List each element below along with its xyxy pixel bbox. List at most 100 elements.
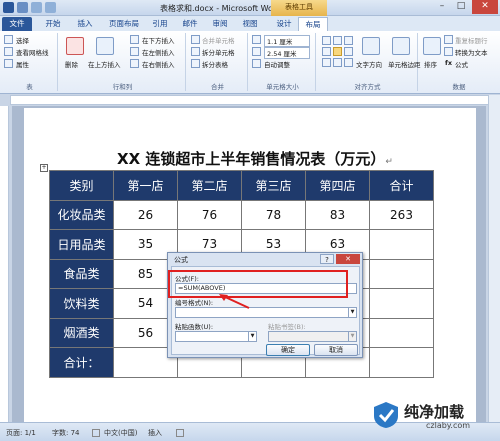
table-move-handle-icon[interactable]: + [40,164,48,172]
repeat-header-button[interactable]: 重复标题行 [455,35,488,45]
insert-above-button[interactable]: 在上方插入 [88,59,121,69]
header-store-4[interactable]: 第四店 [305,170,370,201]
tab-file[interactable]: 文件 [2,17,32,31]
header-store-1[interactable]: 第一店 [113,170,178,201]
align-bottom-left-icon[interactable] [322,58,331,67]
insert-right-button[interactable]: 在右侧插入 [142,59,175,69]
align-top-center-icon[interactable] [333,36,342,45]
align-middle-right-icon[interactable] [344,47,353,56]
column-width-field[interactable]: 2.54 厘米 [264,47,310,59]
insert-above-icon [96,37,114,55]
paragraph-mark: ↵ [385,157,393,167]
insert-mode[interactable]: 插入 [148,428,162,438]
table-cell[interactable]: 76 [177,199,242,230]
row-height-field[interactable]: 1.1 厘米 [264,35,310,47]
spellcheck-icon[interactable] [92,429,100,437]
table-header-row: 类别 第一店 第二店 第三店 第四店 合计 [49,170,434,201]
dialog-close-button[interactable]: ✕ [336,254,360,264]
close-button[interactable]: ✕ [472,0,498,14]
align-center-icon[interactable] [333,47,342,56]
align-bottom-center-icon[interactable] [333,58,342,67]
select-button[interactable]: 选择 [16,35,29,45]
text-direction-button[interactable]: 文字方向 [356,59,382,69]
delete-button[interactable]: 删除 [65,59,78,69]
paste-function-label: 粘贴函数(U): [175,323,214,331]
table-cell[interactable] [369,288,434,319]
split-table-button[interactable]: 拆分表格 [202,59,228,69]
cell-margins-button[interactable]: 单元格边距 [388,59,421,69]
redo-icon[interactable] [45,2,56,13]
ok-button[interactable]: 确定 [266,344,310,356]
table-cell[interactable]: 263 [369,199,434,230]
tab-view[interactable]: 视图 [236,17,264,31]
chevron-down-icon[interactable]: ▼ [348,332,356,341]
vertical-scrollbar[interactable] [488,95,500,422]
table-cell[interactable]: 83 [305,199,370,230]
horizontal-ruler[interactable] [10,95,490,105]
table-row: 化妆品类 26 76 78 83 263 [49,199,434,230]
macro-icon[interactable] [176,429,184,437]
dialog-help-button[interactable]: ? [320,254,334,264]
alignment-group: 文字方向 单元格边距 对齐方式 [318,33,421,91]
align-top-left-icon[interactable] [322,36,331,45]
tab-references[interactable]: 引用 [146,17,174,31]
formula-button[interactable]: 公式 [455,59,468,69]
insert-below-button[interactable]: 在下方插入 [142,35,175,45]
paste-function-select[interactable] [175,331,257,342]
paste-bookmark-select[interactable] [268,331,357,342]
row-label[interactable]: 日用品类 [49,229,114,260]
header-store-2[interactable]: 第二店 [177,170,242,201]
tab-insert[interactable]: 插入 [70,17,100,31]
table-cell[interactable] [369,317,434,348]
tab-layout[interactable]: 布局 [298,17,328,31]
watermark-url: czlaby.com [426,421,471,430]
chevron-down-icon[interactable]: ▼ [348,308,356,317]
document-title-text: XX 连锁超市上半年销售情况表（万元） [117,150,386,168]
insert-left-icon [130,47,139,56]
table-cell[interactable]: 26 [113,199,178,230]
tab-home[interactable]: 开始 [38,17,68,31]
convert-to-text-button[interactable]: 转换为文本 [455,47,488,57]
table-cell[interactable] [369,229,434,260]
autofit-button[interactable]: 自动调整 [264,59,290,69]
insert-below-icon [130,35,139,44]
align-bottom-right-icon[interactable] [344,58,353,67]
row-label[interactable]: 食品类 [49,258,114,289]
undo-icon[interactable] [31,2,42,13]
align-top-right-icon[interactable] [344,36,353,45]
word-icon[interactable] [3,2,14,13]
sort-button[interactable]: 排序 [424,59,437,69]
vertical-ruler[interactable] [0,106,9,422]
split-cells-button[interactable]: 拆分单元格 [202,47,235,57]
align-middle-left-icon[interactable] [322,47,331,56]
tab-design[interactable]: 设计 [270,17,298,31]
merge-cells-button[interactable]: 合并单元格 [202,35,235,45]
tab-page-layout[interactable]: 页面布局 [102,17,146,31]
tab-review[interactable]: 审阅 [206,17,234,31]
minimize-button[interactable]: – [433,0,451,14]
view-gridlines-button[interactable]: 查看网格线 [16,47,49,57]
table-cell[interactable] [369,347,434,378]
table-cell[interactable]: 78 [241,199,306,230]
header-store-3[interactable]: 第三店 [241,170,306,201]
row-label[interactable]: 合计： [49,347,114,378]
table-cell[interactable] [369,258,434,289]
number-format-select[interactable] [175,307,357,318]
formula-fx-icon: fx [445,59,453,67]
page-count[interactable]: 页面: 1/1 [6,428,36,438]
word-count[interactable]: 字数: 74 [52,428,80,438]
row-label[interactable]: 饮料类 [49,288,114,319]
restore-button[interactable]: □ [452,0,470,14]
row-label[interactable]: 烟酒类 [49,317,114,348]
header-category[interactable]: 类别 [49,170,114,201]
tab-mailings[interactable]: 邮件 [176,17,204,31]
row-label[interactable]: 化妆品类 [49,199,114,230]
properties-button[interactable]: 属性 [16,59,29,69]
save-icon[interactable] [17,2,28,13]
cancel-button[interactable]: 取消 [314,344,358,356]
data-group: 排序 重复标题行 转换为文本 fx 公式 数据 [420,33,498,91]
chevron-down-icon[interactable]: ▼ [248,332,256,341]
header-total[interactable]: 合计 [369,170,434,201]
language[interactable]: 中文(中国) [104,428,137,438]
insert-left-button[interactable]: 在左侧插入 [142,47,175,57]
